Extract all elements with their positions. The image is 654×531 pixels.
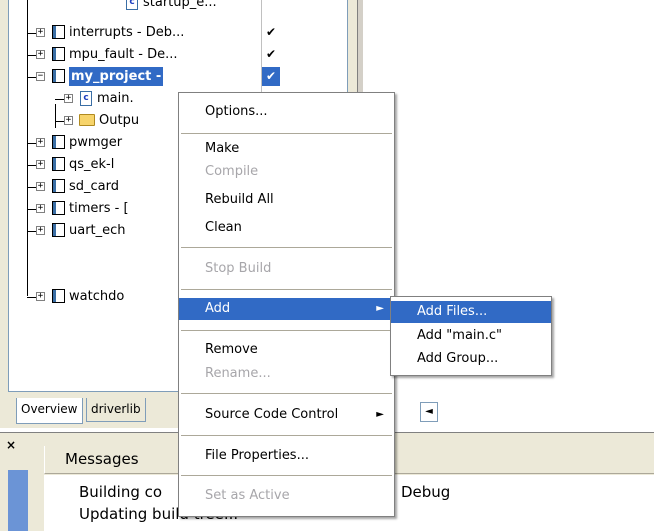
c-file-icon: c xyxy=(126,0,138,10)
tab-overview[interactable]: Overview xyxy=(16,398,83,424)
project-icon xyxy=(52,135,65,149)
menu-item-label: Rename... xyxy=(205,366,271,381)
menu-item-add-main-c[interactable]: Add "main.c" xyxy=(391,325,551,347)
expand-icon[interactable]: + xyxy=(64,94,73,103)
menu-separator xyxy=(181,475,392,476)
menu-separator xyxy=(181,289,392,290)
menu-item-compile: Compile xyxy=(179,161,394,183)
menu-item-label: Stop Build xyxy=(205,261,272,276)
menu-separator xyxy=(181,435,392,436)
menu-item-clean[interactable]: Clean xyxy=(179,217,394,239)
expand-icon[interactable]: + xyxy=(36,204,45,213)
expand-icon[interactable]: + xyxy=(36,182,45,191)
close-icon[interactable]: × xyxy=(6,438,16,452)
folder-icon xyxy=(79,114,95,126)
expand-icon[interactable]: + xyxy=(36,138,45,147)
menu-item-label: Add xyxy=(205,301,231,316)
project-icon xyxy=(52,223,65,237)
menu-item-label: Options... xyxy=(205,104,268,119)
menu-item-set-as-active: Set as Active xyxy=(179,485,394,507)
tree-item-label: qs_ek-l xyxy=(69,157,115,172)
tab-scroll-left-icon[interactable]: ◄ xyxy=(420,402,438,422)
menu-item-add[interactable]: Add ► xyxy=(179,298,394,320)
message-line: Debug xyxy=(401,483,451,501)
expand-icon[interactable]: + xyxy=(36,292,45,301)
c-file-icon: c xyxy=(80,91,92,106)
check-icon: ✔ xyxy=(262,67,280,86)
project-icon xyxy=(52,69,65,83)
menu-separator xyxy=(181,247,392,248)
menu-item-label: Set as Active xyxy=(205,488,290,503)
project-icon xyxy=(52,201,65,215)
tree-item-label: mpu_fault - De... xyxy=(69,47,178,62)
menu-item-options[interactable]: Options... xyxy=(179,101,394,123)
tree-item-label: Outpu xyxy=(99,113,140,128)
tree-item-label: uart_ech xyxy=(69,223,126,238)
message-line: Building co xyxy=(79,483,163,501)
tree-item-mpu-fault[interactable]: + mpu_fault - De... ✔ xyxy=(9,44,347,65)
tree-item-label: pwmger xyxy=(69,135,123,150)
check-icon: ✔ xyxy=(265,47,277,61)
menu-item-label: Remove xyxy=(205,342,258,357)
menu-item-stop-build: Stop Build xyxy=(179,258,394,280)
tree-row-partial[interactable]: c startup_e... xyxy=(9,0,347,13)
menu-item-label: Rebuild All xyxy=(205,192,274,207)
menu-item-rebuild-all[interactable]: Rebuild All xyxy=(179,189,394,211)
project-icon xyxy=(52,179,65,193)
menu-item-label: Source Code Control xyxy=(205,407,339,422)
expand-icon[interactable]: + xyxy=(36,50,45,59)
tree-item-label: timers - [ xyxy=(69,201,129,216)
expand-icon[interactable]: + xyxy=(36,160,45,169)
menu-item-file-properties[interactable]: File Properties... xyxy=(179,445,394,467)
tree-item-label: main. xyxy=(97,91,134,106)
menu-item-remove[interactable]: Remove xyxy=(179,339,394,361)
tree-item-label: startup_e... xyxy=(143,0,217,10)
menu-item-add-group[interactable]: Add Group... xyxy=(391,348,551,370)
expand-icon[interactable]: + xyxy=(36,28,45,37)
expand-icon[interactable]: + xyxy=(64,116,73,125)
tree-item-my-project[interactable]: − my_project - ✔ xyxy=(9,66,347,87)
project-icon xyxy=(52,289,65,303)
expand-icon[interactable]: + xyxy=(36,226,45,235)
menu-separator xyxy=(181,393,392,394)
menu-separator xyxy=(181,330,392,331)
collapse-icon[interactable]: − xyxy=(36,72,45,81)
tree-item-label: watchdo xyxy=(69,289,125,304)
tree-item-label: interrupts - Deb... xyxy=(69,25,185,40)
menu-item-label: Compile xyxy=(205,164,259,179)
tab-driverlib[interactable]: driverlib xyxy=(86,398,146,422)
menu-item-label: Add Group... xyxy=(417,351,499,366)
project-icon xyxy=(52,47,65,61)
menu-item-label: Clean xyxy=(205,220,242,235)
menu-separator xyxy=(181,133,392,134)
messages-title: Messages xyxy=(65,450,139,468)
check-icon: ✔ xyxy=(265,25,277,39)
submenu-arrow-icon: ► xyxy=(376,303,384,314)
menu-item-add-files[interactable]: Add Files... xyxy=(391,301,551,323)
project-icon xyxy=(52,157,65,171)
menu-item-label: Add "main.c" xyxy=(417,328,503,343)
menu-item-label: File Properties... xyxy=(205,448,309,463)
project-icon xyxy=(52,25,65,39)
menu-item-rename: Rename... xyxy=(179,363,394,385)
menu-item-label: Make xyxy=(205,141,240,156)
tree-item-label: my_project - xyxy=(69,67,164,86)
add-submenu: Add Files... Add "main.c" Add Group... xyxy=(390,296,552,376)
tree-item-interrupts[interactable]: + interrupts - Deb... ✔ xyxy=(9,22,347,43)
menu-item-label: Add Files... xyxy=(417,304,488,319)
menu-item-make[interactable]: Make xyxy=(179,138,394,160)
menu-item-source-code-control[interactable]: Source Code Control ► xyxy=(179,404,394,426)
context-menu: Options... Make Compile Rebuild All Clea… xyxy=(178,92,395,517)
tree-item-label: sd_card xyxy=(69,179,120,194)
dock-side-bar xyxy=(8,470,28,531)
submenu-arrow-icon: ► xyxy=(376,409,384,420)
